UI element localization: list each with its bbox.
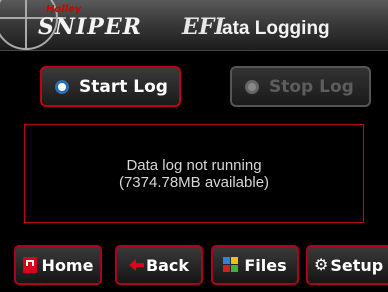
files-icon [223, 257, 239, 273]
gear-icon: ⚙ [314, 255, 329, 274]
home-button[interactable]: Home [14, 245, 102, 285]
files-button[interactable]: Files [211, 245, 299, 285]
back-button[interactable]: Back [115, 245, 203, 285]
status-line-2: (7374.78MB available) [118, 173, 270, 191]
start-log-label: Start Log [79, 76, 168, 97]
setup-button[interactable]: ⚙ Setup [306, 245, 388, 285]
radio-dot-icon [245, 79, 259, 94]
back-arrow-icon [128, 259, 144, 271]
efi-logo: EFI [182, 14, 225, 40]
header-bar: Holley SNIPER EFI ata Logging [0, 0, 388, 51]
home-label: Home [41, 255, 94, 275]
back-label: Back [145, 255, 190, 275]
setup-label: Setup [330, 255, 384, 275]
sniper-logo: SNIPER [38, 14, 142, 40]
home-icon [22, 257, 37, 273]
status-panel: Data log not running (7374.78MB availabl… [24, 124, 364, 223]
page-title: ata Logging [222, 18, 330, 39]
stop-log-button[interactable]: Stop Log [230, 66, 371, 107]
radio-dot-icon [55, 79, 69, 94]
status-line-1: Data log not running [126, 156, 262, 174]
stop-log-label: Stop Log [269, 76, 354, 97]
start-log-button[interactable]: Start Log [40, 66, 181, 107]
files-label: Files [244, 255, 287, 275]
